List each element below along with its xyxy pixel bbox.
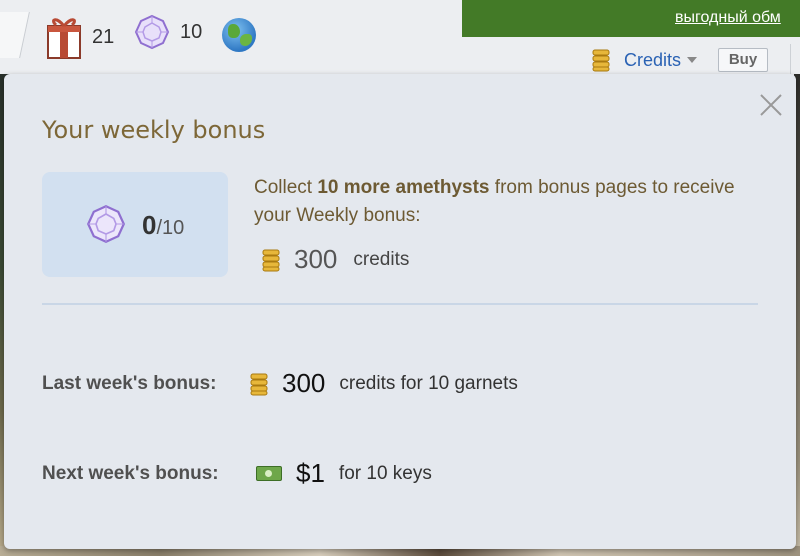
globe-icon[interactable] xyxy=(222,18,256,52)
next-week-bonus: Next week's bonus: $1 for 10 keys xyxy=(42,458,432,489)
last-week-label: Last week's bonus: xyxy=(42,372,217,394)
coin-stack-icon xyxy=(250,373,268,395)
weekly-reward: 300 credits xyxy=(262,244,409,275)
caret-down-icon[interactable] xyxy=(687,57,698,63)
top-bar: 21 10 выгодный обм Credits Buy xyxy=(0,0,800,74)
promo-banner: выгодный обм xyxy=(462,0,800,37)
last-week-desc: credits for 10 garnets xyxy=(339,372,518,394)
coin-stack-icon xyxy=(592,49,610,72)
progress-total: /10 xyxy=(156,217,185,239)
last-week-amount: 300 xyxy=(282,368,326,398)
amethyst-icon xyxy=(134,14,170,50)
next-week-amount: $1 xyxy=(296,458,325,488)
weekly-bonus-panel: Your weekly bonus 0/10 Collect 10 more a… xyxy=(4,74,796,549)
close-icon[interactable] xyxy=(758,92,784,118)
amethysts-counter[interactable]: 10 xyxy=(134,14,202,50)
credits-menu[interactable]: Credits xyxy=(592,48,698,72)
gift-icon xyxy=(47,18,81,59)
next-week-label: Next week's bonus: xyxy=(42,462,219,484)
coin-stack-icon xyxy=(262,249,280,271)
desc-bold: 10 more amethysts xyxy=(317,177,490,198)
amethyst-progress: 0/10 xyxy=(42,172,228,277)
amethyst-icon xyxy=(87,205,125,243)
next-week-desc: for 10 keys xyxy=(338,462,432,484)
last-week-bonus: Last week's bonus: 300 credits for 10 ga… xyxy=(42,368,518,399)
amethysts-count: 10 xyxy=(180,20,203,43)
separator xyxy=(790,44,791,74)
dollar-bill-icon xyxy=(256,466,282,481)
credits-label[interactable]: Credits xyxy=(624,50,681,71)
reward-unit: credits xyxy=(353,248,410,270)
progress-value: 0/10 xyxy=(142,210,184,241)
desc-prefix: Collect xyxy=(254,177,318,198)
gifts-counter[interactable]: 21 xyxy=(46,14,114,60)
divider xyxy=(42,303,758,305)
panel-title: Your weekly bonus xyxy=(42,116,266,144)
gifts-count: 21 xyxy=(92,25,115,48)
progress-count: 0 xyxy=(142,210,157,240)
tab-edge[interactable] xyxy=(0,12,30,58)
reward-amount: 300 xyxy=(294,244,338,274)
buy-button[interactable]: Buy xyxy=(718,48,768,72)
promo-link[interactable]: выгодный обм xyxy=(675,9,781,27)
bonus-description: Collect 10 more amethysts from bonus pag… xyxy=(254,174,754,230)
